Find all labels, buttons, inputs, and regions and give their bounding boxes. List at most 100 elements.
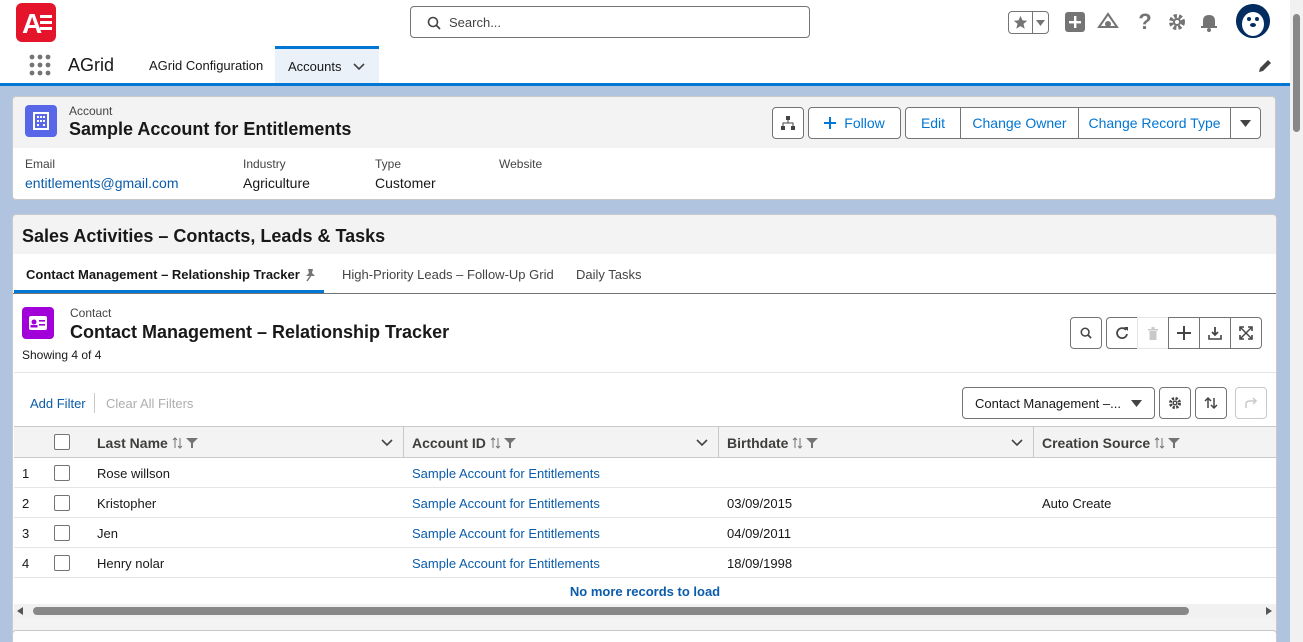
- scroll-right-arrow-icon[interactable]: [1266, 607, 1272, 615]
- change-record-type-button[interactable]: Change Record Type: [1078, 107, 1231, 139]
- refresh-icon: [1115, 326, 1129, 340]
- share-button[interactable]: [1235, 387, 1267, 419]
- table-row[interactable]: 4 Henry nolar Sample Account for Entitle…: [14, 548, 1276, 578]
- user-avatar[interactable]: [1236, 4, 1270, 38]
- row-number: 2: [22, 496, 30, 511]
- sort-icon[interactable]: [792, 436, 804, 449]
- cell-creation-source[interactable]: Auto Create: [1042, 496, 1111, 511]
- add-record-button[interactable]: [1168, 317, 1200, 349]
- chevron-down-icon[interactable]: [696, 439, 708, 447]
- delete-button[interactable]: [1137, 317, 1169, 349]
- column-header-account-id[interactable]: Account ID: [404, 427, 719, 458]
- field-value-type: Customer: [375, 175, 436, 191]
- more-actions-button[interactable]: [1230, 107, 1261, 139]
- column-label: Account ID: [412, 434, 486, 451]
- global-actions-add-icon[interactable]: [1063, 10, 1087, 34]
- row-checkbox[interactable]: [54, 495, 70, 511]
- edit-button[interactable]: Edit: [905, 107, 961, 139]
- grid-scrollbar-thumb[interactable]: [33, 607, 1189, 615]
- refresh-button[interactable]: [1106, 317, 1138, 349]
- record-title: Sample Account for Entitlements: [69, 119, 352, 139]
- view-select-value: Contact Management –...: [975, 396, 1121, 411]
- clear-all-filters-link[interactable]: Clear All Filters: [106, 396, 193, 411]
- nav-item-accounts[interactable]: Accounts: [275, 46, 379, 83]
- cell-birthdate[interactable]: 04/09/2011: [727, 526, 791, 541]
- favorites-button[interactable]: [1008, 11, 1049, 34]
- cell-account-link[interactable]: Sample Account for Entitlements: [412, 466, 600, 481]
- grid-settings-button[interactable]: [1159, 387, 1191, 419]
- global-header: A Search... ?: [0, 0, 1290, 46]
- filter-funnel-icon[interactable]: [503, 437, 516, 449]
- trailhead-icon[interactable]: [1096, 10, 1120, 34]
- app-launcher-icon[interactable]: [29, 54, 51, 76]
- row-checkbox[interactable]: [54, 465, 70, 481]
- sort-icon[interactable]: [1154, 436, 1166, 449]
- page-scrollbar-thumb[interactable]: [1293, 14, 1300, 132]
- app-logo[interactable]: A: [16, 3, 56, 42]
- filter-funnel-icon[interactable]: [806, 437, 819, 449]
- gear-icon: [1168, 396, 1182, 410]
- cell-birthdate[interactable]: 18/09/1998: [727, 556, 792, 571]
- table-row[interactable]: 1 Rose willson Sample Account for Entitl…: [14, 458, 1276, 488]
- cell-last-name[interactable]: Rose willson: [97, 466, 170, 481]
- field-value-industry: Agriculture: [243, 175, 310, 191]
- chevron-down-icon[interactable]: [1011, 439, 1023, 447]
- edit-nav-pencil-icon[interactable]: [1258, 59, 1272, 73]
- hierarchy-button[interactable]: [772, 107, 804, 139]
- cell-account-link[interactable]: Sample Account for Entitlements: [412, 526, 600, 541]
- chevron-down-icon[interactable]: [381, 439, 393, 447]
- tab-daily-tasks[interactable]: Daily Tasks: [576, 267, 642, 282]
- grid-search-button[interactable]: [1070, 317, 1102, 349]
- trash-icon: [1147, 326, 1159, 340]
- share-arrow-icon: [1244, 396, 1258, 410]
- fullscreen-button[interactable]: [1230, 317, 1262, 349]
- sort-icon[interactable]: [490, 436, 502, 449]
- change-owner-button[interactable]: Change Owner: [960, 107, 1079, 139]
- record-count: Showing 4 of 4: [22, 348, 102, 362]
- account-highlights-fields: [12, 148, 1276, 200]
- setup-gear-icon[interactable]: [1165, 10, 1189, 34]
- add-filter-link[interactable]: Add Filter: [30, 396, 86, 411]
- filter-funnel-icon[interactable]: [185, 437, 198, 449]
- follow-button[interactable]: Follow: [808, 107, 901, 139]
- tab-high-priority-leads[interactable]: High-Priority Leads – Follow-Up Grid: [342, 267, 554, 282]
- column-header-birthdate[interactable]: Birthdate: [719, 427, 1034, 458]
- account-building-icon: [25, 105, 57, 137]
- row-checkbox[interactable]: [54, 555, 70, 571]
- tabs-divider: [13, 293, 1276, 294]
- cell-birthdate[interactable]: 03/09/2015: [727, 496, 792, 511]
- notifications-bell-icon[interactable]: [1197, 10, 1221, 34]
- hierarchy-icon: [781, 116, 795, 130]
- expand-icon: [1239, 326, 1253, 340]
- sort-button[interactable]: [1195, 387, 1227, 419]
- select-all-checkbox[interactable]: [54, 434, 70, 450]
- plus-icon: [824, 117, 837, 129]
- help-icon[interactable]: ?: [1133, 9, 1157, 34]
- cell-last-name[interactable]: Henry nolar: [97, 556, 164, 571]
- table-row[interactable]: 3 Jen Sample Account for Entitlements 04…: [14, 518, 1276, 548]
- table-header: Last Name Account ID Birthdate Creation …: [14, 426, 1276, 458]
- field-label-industry: Industry: [243, 157, 286, 171]
- cell-account-link[interactable]: Sample Account for Entitlements: [412, 556, 600, 571]
- table-row[interactable]: 2 Kristopher Sample Account for Entitlem…: [14, 488, 1276, 518]
- cell-last-name[interactable]: Kristopher: [97, 496, 156, 511]
- nav-item-agrid-configuration[interactable]: AGrid Configuration: [137, 46, 275, 83]
- tab-contact-management[interactable]: Contact Management – Relationship Tracke…: [26, 267, 300, 282]
- contact-card-icon: [22, 307, 54, 339]
- row-checkbox[interactable]: [54, 525, 70, 541]
- global-search-input[interactable]: Search...: [410, 6, 810, 38]
- filter-funnel-icon[interactable]: [1168, 437, 1181, 449]
- pin-icon[interactable]: [304, 268, 317, 282]
- cell-last-name[interactable]: Jen: [97, 526, 118, 541]
- scroll-left-arrow-icon[interactable]: [17, 607, 23, 615]
- column-label: Creation Source: [1042, 434, 1151, 451]
- export-button[interactable]: [1199, 317, 1231, 349]
- chevron-down-icon[interactable]: [353, 63, 365, 71]
- view-select[interactable]: Contact Management –...: [962, 387, 1155, 419]
- panel-title: Sales Activities – Contacts, Leads & Tas…: [22, 226, 386, 246]
- cell-account-link[interactable]: Sample Account for Entitlements: [412, 496, 600, 511]
- column-header-creation-source[interactable]: Creation Source: [1034, 427, 1276, 458]
- column-header-last-name[interactable]: Last Name: [89, 427, 404, 458]
- sort-icon[interactable]: [172, 436, 184, 449]
- field-value-email[interactable]: entitlements@gmail.com: [25, 175, 179, 191]
